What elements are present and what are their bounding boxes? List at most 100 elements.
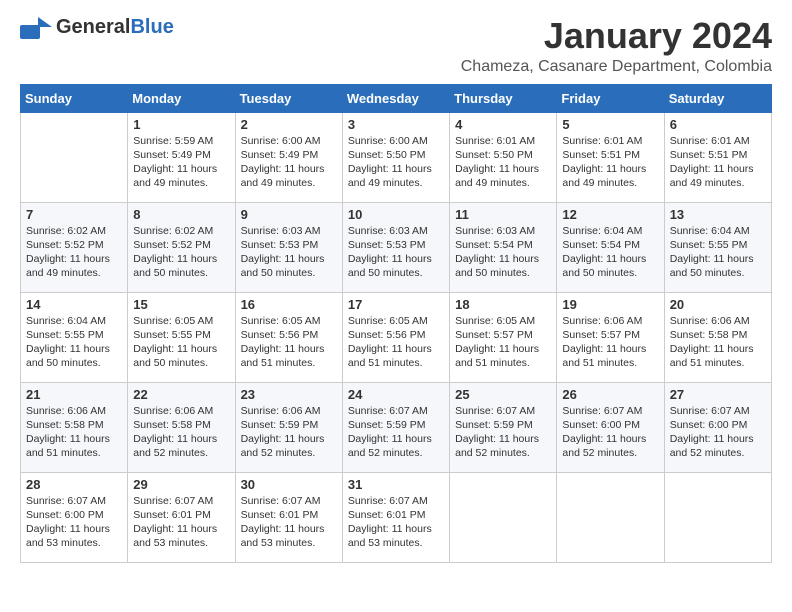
column-header-tuesday: Tuesday [235, 84, 342, 112]
calendar-cell: 19 Sunrise: 6:06 AMSunset: 5:57 PMDayligh… [557, 292, 664, 382]
day-info: Sunrise: 6:06 AMSunset: 5:59 PMDaylight:… [241, 404, 337, 461]
calendar-cell: 17 Sunrise: 6:05 AMSunset: 5:56 PMDayligh… [342, 292, 449, 382]
day-number: 31 [348, 477, 444, 492]
day-number: 15 [133, 297, 229, 312]
calendar-cell: 6 Sunrise: 6:01 AMSunset: 5:51 PMDaylight… [664, 112, 771, 202]
column-header-thursday: Thursday [450, 84, 557, 112]
day-number: 16 [241, 297, 337, 312]
calendar-cell: 10 Sunrise: 6:03 AMSunset: 5:53 PMDayligh… [342, 202, 449, 292]
location-title: Chameza, Casanare Department, Colombia [461, 58, 772, 76]
column-header-monday: Monday [128, 84, 235, 112]
calendar-cell: 23 Sunrise: 6:06 AMSunset: 5:59 PMDayligh… [235, 382, 342, 472]
calendar-cell: 16 Sunrise: 6:05 AMSunset: 5:56 PMDayligh… [235, 292, 342, 382]
calendar-cell [557, 472, 664, 562]
day-info: Sunrise: 6:05 AMSunset: 5:57 PMDaylight:… [455, 314, 551, 371]
calendar-cell: 12Sunrise: 6:04 AMSunset: 5:54 PMDayligh… [557, 202, 664, 292]
column-header-saturday: Saturday [664, 84, 771, 112]
calendar-cell: 8 Sunrise: 6:02 AMSunset: 5:52 PMDaylight… [128, 202, 235, 292]
calendar-cell: 30 Sunrise: 6:07 AMSunset: 6:01 PMDayligh… [235, 472, 342, 562]
month-title: January 2024 [461, 16, 772, 56]
day-info: Sunrise: 6:00 AMSunset: 5:50 PMDaylight:… [348, 134, 444, 191]
calendar-cell: 22 Sunrise: 6:06 AMSunset: 5:58 PMDayligh… [128, 382, 235, 472]
day-info: Sunrise: 6:05 AMSunset: 5:56 PMDaylight:… [241, 314, 337, 371]
day-info: Sunrise: 6:07 AMSunset: 6:01 PMDaylight:… [348, 494, 444, 551]
day-number: 29 [133, 477, 229, 492]
day-number: 22 [133, 387, 229, 402]
day-number: 23 [241, 387, 337, 402]
calendar-cell [21, 112, 128, 202]
day-info: Sunrise: 6:03 AMSunset: 5:53 PMDaylight:… [348, 224, 444, 281]
day-info: Sunrise: 5:59 AMSunset: 5:49 PMDaylight:… [133, 134, 229, 191]
day-number: 1 [133, 117, 229, 132]
day-number: 8 [133, 207, 229, 222]
calendar-table: SundayMondayTuesdayWednesdayThursdayFrid… [20, 84, 772, 563]
column-header-wednesday: Wednesday [342, 84, 449, 112]
day-number: 17 [348, 297, 444, 312]
calendar-cell: 20 Sunrise: 6:06 AMSunset: 5:58 PMDayligh… [664, 292, 771, 382]
day-info: Sunrise: 6:01 AMSunset: 5:51 PMDaylight:… [670, 134, 766, 191]
day-info: Sunrise: 6:04 AMSunset: 5:55 PMDaylight:… [26, 314, 122, 371]
calendar-cell [664, 472, 771, 562]
calendar-cell: 31 Sunrise: 6:07 AMSunset: 6:01 PMDayligh… [342, 472, 449, 562]
calendar-cell [450, 472, 557, 562]
day-info: Sunrise: 6:07 AMSunset: 6:01 PMDaylight:… [241, 494, 337, 551]
calendar-cell: 29Sunrise: 6:07 AMSunset: 6:01 PMDayligh… [128, 472, 235, 562]
day-number: 5 [562, 117, 658, 132]
logo-icon [20, 17, 52, 39]
day-number: 21 [26, 387, 122, 402]
calendar-cell: 14 Sunrise: 6:04 AMSunset: 5:55 PMDayligh… [21, 292, 128, 382]
day-number: 2 [241, 117, 337, 132]
day-number: 4 [455, 117, 551, 132]
day-info: Sunrise: 6:07 AMSunset: 6:00 PMDaylight:… [670, 404, 766, 461]
calendar-cell: 2Sunrise: 6:00 AMSunset: 5:49 PMDaylight… [235, 112, 342, 202]
day-number: 24 [348, 387, 444, 402]
day-number: 14 [26, 297, 122, 312]
day-info: Sunrise: 6:06 AMSunset: 5:58 PMDaylight:… [133, 404, 229, 461]
day-info: Sunrise: 6:01 AMSunset: 5:51 PMDaylight:… [562, 134, 658, 191]
day-number: 13 [670, 207, 766, 222]
day-number: 20 [670, 297, 766, 312]
calendar-cell: 24 Sunrise: 6:07 AMSunset: 5:59 PMDayligh… [342, 382, 449, 472]
day-number: 3 [348, 117, 444, 132]
day-info: Sunrise: 6:02 AMSunset: 5:52 PMDaylight:… [133, 224, 229, 281]
day-number: 18 [455, 297, 551, 312]
day-info: Sunrise: 6:05 AMSunset: 5:55 PMDaylight:… [133, 314, 229, 371]
day-info: Sunrise: 6:06 AMSunset: 5:57 PMDaylight:… [562, 314, 658, 371]
logo-text: GeneralBlue [56, 16, 174, 39]
day-number: 6 [670, 117, 766, 132]
day-info: Sunrise: 6:02 AMSunset: 5:52 PMDaylight:… [26, 224, 122, 281]
calendar-cell: 21Sunrise: 6:06 AMSunset: 5:58 PMDayligh… [21, 382, 128, 472]
day-info: Sunrise: 6:07 AMSunset: 5:59 PMDaylight:… [455, 404, 551, 461]
day-info: Sunrise: 6:05 AMSunset: 5:56 PMDaylight:… [348, 314, 444, 371]
calendar-cell: 25 Sunrise: 6:07 AMSunset: 5:59 PMDayligh… [450, 382, 557, 472]
page-header: GeneralBlue January 2024 Chameza, Casana… [20, 16, 772, 76]
calendar-cell: 13 Sunrise: 6:04 AMSunset: 5:55 PMDayligh… [664, 202, 771, 292]
day-info: Sunrise: 6:06 AMSunset: 5:58 PMDaylight:… [670, 314, 766, 371]
day-number: 11 [455, 207, 551, 222]
day-number: 26 [562, 387, 658, 402]
calendar-cell: 7 Sunrise: 6:02 AMSunset: 5:52 PMDaylight… [21, 202, 128, 292]
calendar-cell: 3 Sunrise: 6:00 AMSunset: 5:50 PMDaylight… [342, 112, 449, 202]
day-info: Sunrise: 6:07 AMSunset: 5:59 PMDaylight:… [348, 404, 444, 461]
day-number: 7 [26, 207, 122, 222]
calendar-cell: 28 Sunrise: 6:07 AMSunset: 6:00 PMDayligh… [21, 472, 128, 562]
calendar-cell: 1 Sunrise: 5:59 AMSunset: 5:49 PMDaylight… [128, 112, 235, 202]
calendar-cell: 26Sunrise: 6:07 AMSunset: 6:00 PMDayligh… [557, 382, 664, 472]
day-number: 30 [241, 477, 337, 492]
column-header-sunday: Sunday [21, 84, 128, 112]
day-info: Sunrise: 6:07 AMSunset: 6:00 PMDaylight:… [26, 494, 122, 551]
title-section: January 2024 Chameza, Casanare Departmen… [461, 16, 772, 76]
calendar-cell: 4 Sunrise: 6:01 AMSunset: 5:50 PMDaylight… [450, 112, 557, 202]
day-info: Sunrise: 6:04 AMSunset: 5:55 PMDaylight:… [670, 224, 766, 281]
calendar-cell: 18 Sunrise: 6:05 AMSunset: 5:57 PMDayligh… [450, 292, 557, 382]
calendar-cell: 27Sunrise: 6:07 AMSunset: 6:00 PMDayligh… [664, 382, 771, 472]
day-info: Sunrise: 6:03 AMSunset: 5:54 PMDaylight:… [455, 224, 551, 281]
day-number: 9 [241, 207, 337, 222]
day-number: 28 [26, 477, 122, 492]
day-number: 12 [562, 207, 658, 222]
day-number: 19 [562, 297, 658, 312]
day-number: 10 [348, 207, 444, 222]
day-number: 25 [455, 387, 551, 402]
day-info: Sunrise: 6:01 AMSunset: 5:50 PMDaylight:… [455, 134, 551, 191]
calendar-cell: 15 Sunrise: 6:05 AMSunset: 5:55 PMDayligh… [128, 292, 235, 382]
